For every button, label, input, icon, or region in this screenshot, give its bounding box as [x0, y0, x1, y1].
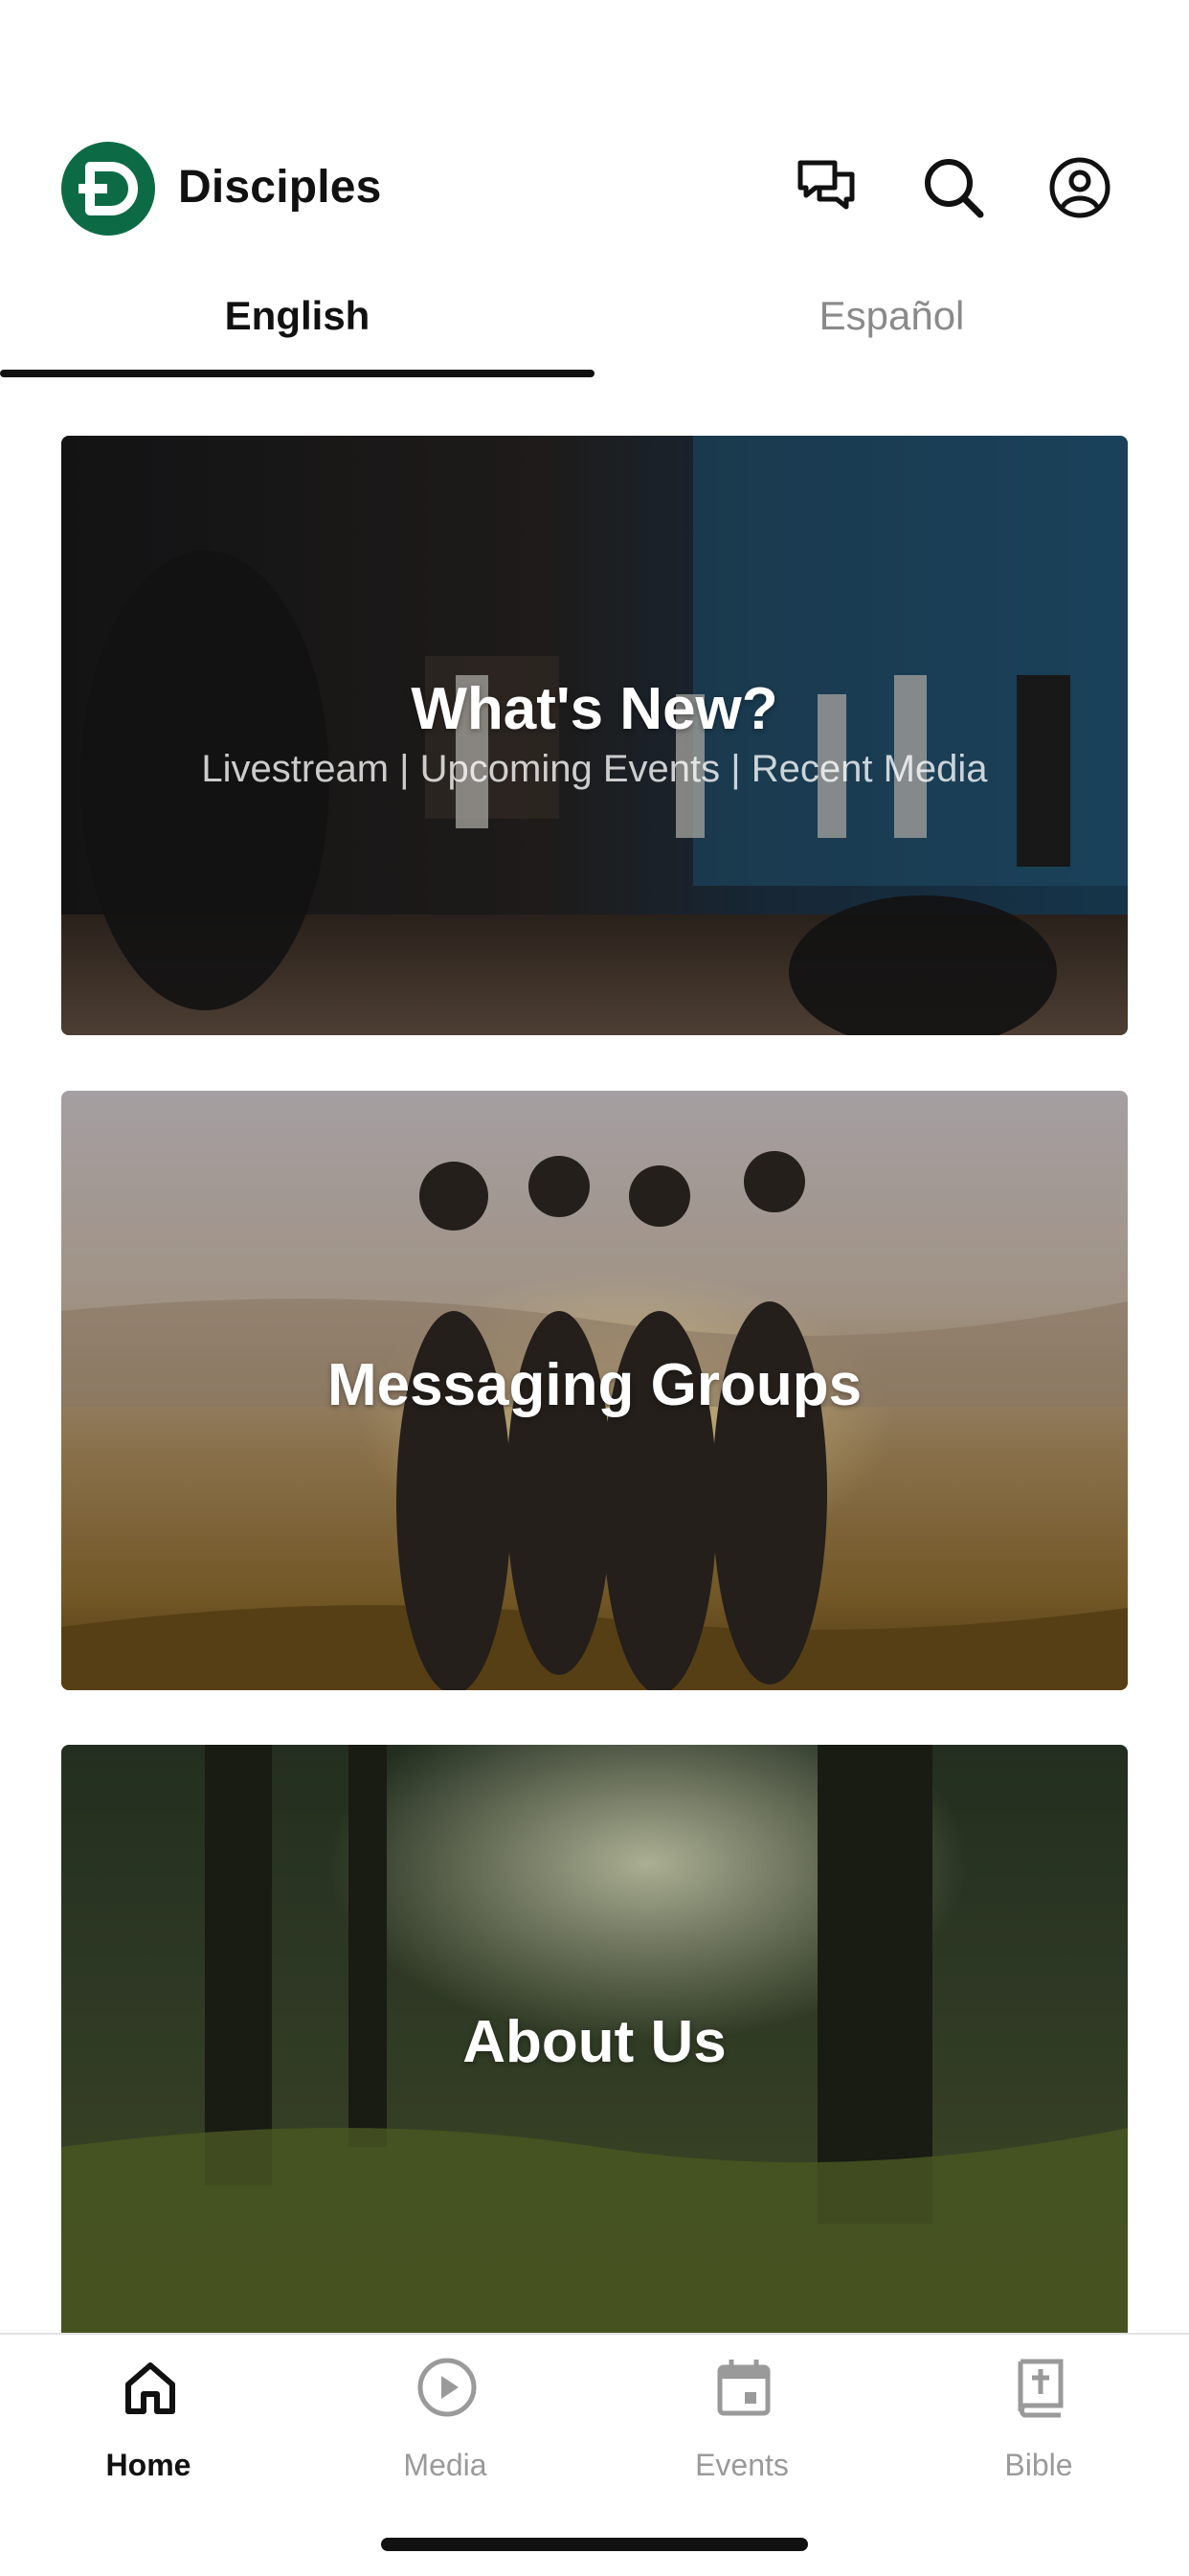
- card-title: What's New?: [411, 676, 778, 742]
- chat-icon[interactable]: [793, 153, 862, 222]
- about-us-card[interactable]: About Us: [61, 1745, 1128, 2339]
- play-icon: [417, 2358, 477, 2417]
- messaging-groups-card[interactable]: Messaging Groups: [61, 1091, 1128, 1690]
- tab-espanol[interactable]: Español: [594, 278, 1189, 373]
- card-title: About Us: [462, 2009, 727, 2075]
- nav-bible[interactable]: Bible: [890, 2335, 1187, 2497]
- nav-label: Media: [403, 2448, 487, 2482]
- bible-icon: [1018, 2359, 1064, 2418]
- card-subtitle: Livestream | Upcoming Events | Recent Me…: [201, 748, 988, 790]
- tab-english[interactable]: English: [0, 278, 594, 373]
- disciples-logo: [61, 142, 155, 236]
- nav-label: Home: [105, 2448, 191, 2482]
- home-indicator: [381, 2538, 808, 2551]
- nav-label: Bible: [1004, 2448, 1073, 2482]
- nav-home[interactable]: Home: [0, 2335, 297, 2497]
- nav-label: Events: [695, 2448, 789, 2482]
- nav-events[interactable]: Events: [594, 2335, 890, 2497]
- active-tab-indicator: [0, 370, 594, 377]
- calendar-icon: [717, 2360, 771, 2416]
- profile-icon[interactable]: [1045, 153, 1114, 222]
- whats-new-card[interactable]: What's New? Livestream | Upcoming Events…: [61, 436, 1128, 1035]
- app-title: Disciples: [178, 162, 382, 213]
- language-tabs: English Español: [0, 278, 1189, 381]
- app-header: Disciples: [0, 0, 1189, 259]
- search-icon[interactable]: [919, 153, 988, 222]
- home-icon: [125, 2362, 175, 2414]
- nav-media[interactable]: Media: [297, 2335, 594, 2497]
- card-title: Messaging Groups: [326, 1352, 863, 1418]
